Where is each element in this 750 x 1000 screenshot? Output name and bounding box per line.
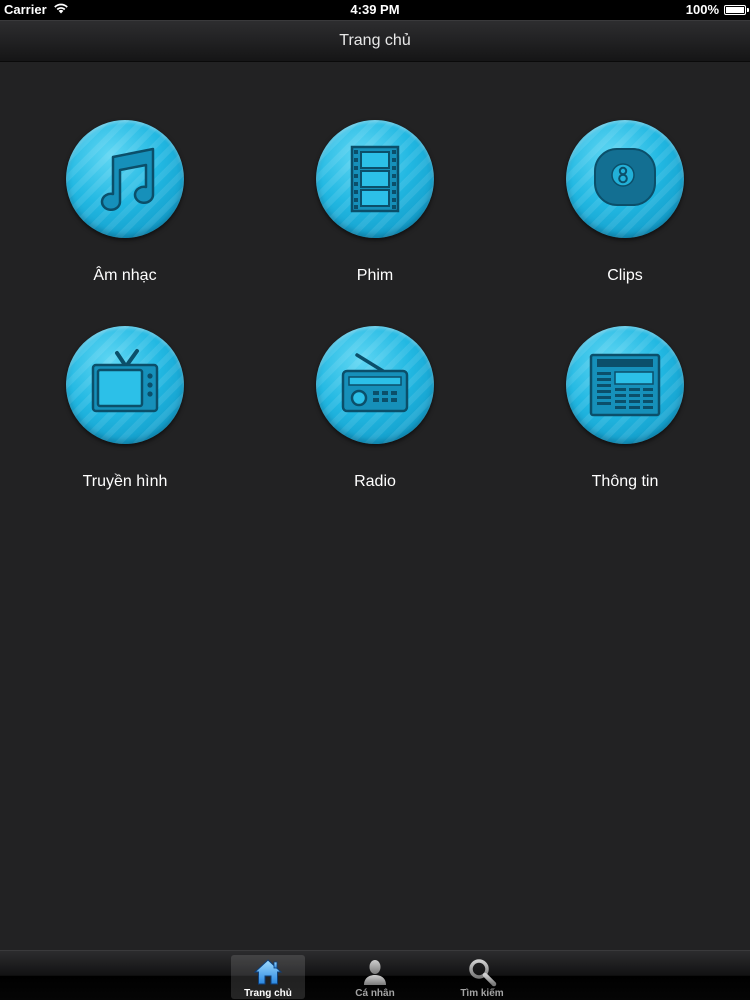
home-icon xyxy=(253,959,283,985)
menu-item-circle xyxy=(66,326,184,444)
page-title: Trang chủ xyxy=(339,32,411,49)
menu-item-circle xyxy=(566,326,684,444)
status-time: 4:39 PM xyxy=(350,2,400,17)
menu-item-label: Thông tin xyxy=(591,473,659,490)
menu-item-circle xyxy=(316,326,434,444)
menu-item-circle xyxy=(66,120,184,238)
tab-bar: Trang chủ Cá nhân Tìm kiếm xyxy=(0,950,750,1000)
search-icon xyxy=(469,959,497,987)
menu-item-label: Truyền hình xyxy=(82,473,168,490)
navigation-bar: Trang chủ xyxy=(0,20,750,62)
menu-item-clips[interactable]: Clips xyxy=(540,120,710,310)
menu-item-label: Radio xyxy=(354,473,396,490)
tab-ca-nhan[interactable]: Cá nhân xyxy=(338,955,412,999)
television-icon xyxy=(91,349,159,413)
menu-item-thong-tin[interactable]: Thông tin xyxy=(540,326,710,516)
tab-tim-kiem[interactable]: Tìm kiếm xyxy=(445,955,519,999)
app-screen: Carrier 4:39 PM 100% Trang chủ Âm nhạc P… xyxy=(0,0,750,1000)
music-note-icon xyxy=(100,147,155,212)
status-bar: Carrier 4:39 PM 100% xyxy=(0,0,750,20)
eight-ball-icon xyxy=(594,148,656,206)
menu-item-truyen-hinh[interactable]: Truyền hình xyxy=(40,326,210,516)
battery-icon xyxy=(724,5,749,15)
newspaper-icon xyxy=(589,353,661,417)
tab-trang-chu[interactable]: Trang chủ xyxy=(231,955,305,999)
menu-item-phim[interactable]: Phim xyxy=(290,120,460,310)
menu-item-label: Âm nhạc xyxy=(93,267,157,284)
battery-fill xyxy=(726,7,744,13)
menu-item-radio[interactable]: Radio xyxy=(290,326,460,516)
tab-label: Trang chủ xyxy=(244,988,292,999)
menu-item-circle xyxy=(316,120,434,238)
person-icon xyxy=(364,960,386,985)
tab-label: Cá nhân xyxy=(355,988,395,999)
menu-item-circle xyxy=(566,120,684,238)
film-strip-icon xyxy=(350,145,400,213)
battery-percent: 100% xyxy=(685,2,719,17)
menu-item-label: Phim xyxy=(356,267,394,284)
menu-item-label: Clips xyxy=(607,267,643,284)
tab-label: Tìm kiếm xyxy=(460,988,504,999)
status-right: 100% xyxy=(685,0,749,20)
menu-grid: Âm nhạc Phim Clips Truyền hình Radio Thô… xyxy=(0,62,750,950)
radio-icon xyxy=(341,353,409,413)
menu-item-am-nhac[interactable]: Âm nhạc xyxy=(40,120,210,310)
